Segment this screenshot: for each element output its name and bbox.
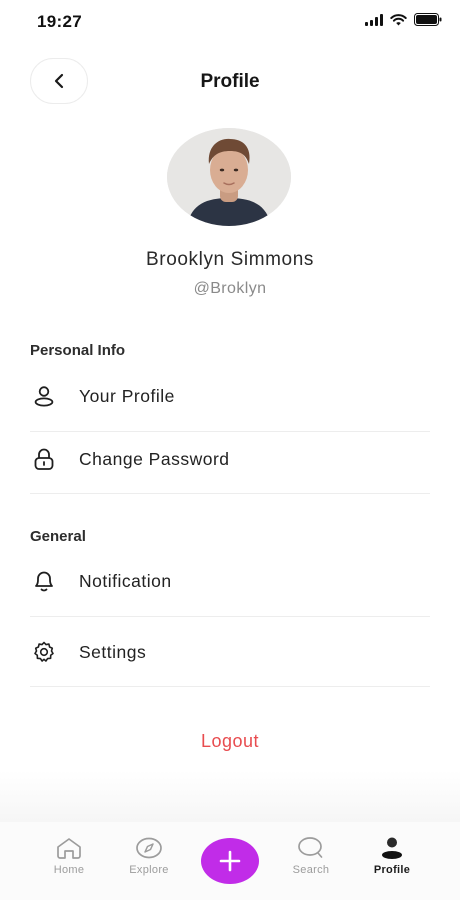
profile-icon [382,837,402,859]
compass-icon [136,837,162,859]
gear-icon [30,638,58,666]
menu-item-settings[interactable]: Settings [30,622,430,682]
menu-item-label: Notification [79,570,172,591]
user-name: Brooklyn Simmons [146,249,314,270]
menu-item-change-password[interactable]: Change Password [30,429,430,489]
cellular-signal-icon [365,13,383,26]
divider [30,493,430,494]
user-icon [30,382,58,410]
battery-icon [414,13,442,26]
add-button[interactable] [201,838,259,884]
divider [30,686,430,687]
nav-item-explore[interactable]: Explore [114,836,184,876]
home-icon [57,838,81,859]
avatar-photo [167,128,291,226]
bottom-fade [0,770,460,822]
section-title-personal-info: Personal Info [30,342,126,359]
nav-item-search[interactable]: Search [276,836,346,876]
status-icons [365,13,442,26]
menu-item-label: Settings [79,641,147,662]
divider [30,616,430,617]
nav-label: Home [53,864,85,876]
section-title-general: General [30,528,86,545]
nav-item-home[interactable]: Home [34,836,104,876]
user-handle: @Broklyn [193,280,267,297]
nav-item-profile[interactable]: Profile [357,836,427,876]
nav-label: Search [292,864,330,876]
status-bar: 19:27 [0,0,460,44]
menu-item-notification[interactable]: Notification [30,551,430,611]
nav-label: Explore [129,864,169,876]
lock-icon [30,445,58,473]
plus-icon [219,850,241,872]
bell-icon [30,567,58,595]
wifi-icon [390,13,407,25]
status-time: 19:27 [37,12,82,31]
logout-button[interactable]: Logout [0,731,460,752]
search-icon [298,837,323,858]
menu-item-your-profile[interactable]: Your Profile [30,366,430,426]
menu-item-label: Change Password [79,448,230,469]
nav-label: Profile [373,864,411,876]
bottom-nav: Home Explore Search Profile [0,822,460,900]
menu-item-label: Your Profile [79,385,175,406]
page-title: Profile [200,71,260,92]
avatar [167,128,291,226]
